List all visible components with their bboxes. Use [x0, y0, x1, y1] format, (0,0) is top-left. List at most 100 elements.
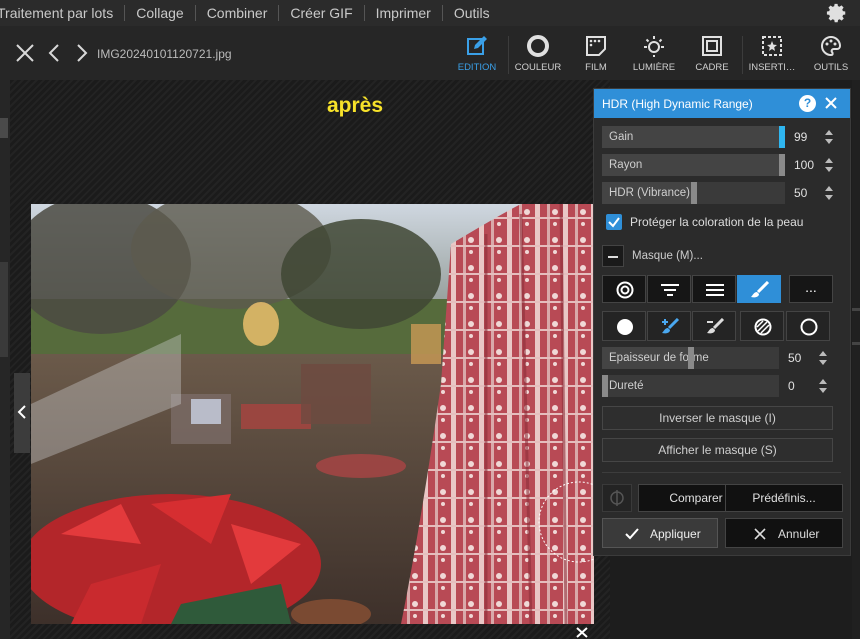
slider-track[interactable]: Gain: [602, 126, 785, 148]
tool-lumiere[interactable]: LUMIÈRE: [628, 34, 680, 76]
close-icon: [754, 528, 766, 540]
spin-value[interactable]: 0: [788, 379, 795, 393]
brush-fill-button[interactable]: [602, 311, 646, 341]
chevron-left-icon[interactable]: [44, 42, 66, 64]
tool-couleur[interactable]: COULEUR: [512, 34, 564, 76]
slider-track[interactable]: Rayon: [602, 154, 785, 176]
skin-protection-checkbox[interactable]: [606, 214, 622, 230]
close-icon[interactable]: [824, 96, 838, 110]
brush-mask-icon: [751, 281, 770, 298]
spin-up-icon[interactable]: [825, 130, 833, 135]
tool-cadre[interactable]: CADRE: [686, 34, 738, 76]
chevron-left-icon: [17, 405, 26, 419]
view-label: après: [326, 94, 384, 117]
spin-value[interactable]: 50: [788, 351, 801, 365]
menu-tools[interactable]: Outils: [443, 0, 501, 26]
spin-up-icon[interactable]: [825, 158, 833, 163]
file-name: IMG20240101120721.jpg: [97, 47, 232, 61]
show-mask-button[interactable]: Afficher le masque (S): [602, 438, 833, 462]
panel-title: HDR (High Dynamic Range): [602, 97, 753, 111]
photo-editor-window: Traitement par lots Collage Combiner Cré…: [0, 0, 860, 639]
outline-mask-button[interactable]: [786, 311, 830, 341]
filmstrip-thumb[interactable]: [0, 262, 8, 357]
menu-print[interactable]: Imprimer: [365, 0, 442, 26]
hatch-mask-button[interactable]: [740, 311, 784, 341]
slider-thumb[interactable]: [779, 126, 785, 148]
edge-marker: [852, 342, 860, 345]
slider-track[interactable]: Dureté: [602, 375, 779, 397]
circle-outline-icon: [800, 318, 818, 336]
tool-insertion[interactable]: INSERTI…: [746, 34, 798, 76]
toolbar-separator: [508, 36, 509, 74]
presets-button[interactable]: Prédéfinis...: [725, 484, 843, 512]
spin-up-icon[interactable]: [819, 379, 827, 384]
hatch-circle-icon: [754, 318, 772, 336]
menu-combine[interactable]: Combiner: [196, 0, 279, 26]
slider-thumb[interactable]: [602, 375, 608, 397]
thickness-spinbox[interactable]: 50: [785, 347, 830, 369]
spin-value[interactable]: 100: [794, 158, 814, 172]
spin-down-icon[interactable]: [825, 139, 833, 144]
hdr-panel: HDR (High Dynamic Range) ? Gain 99 Rayon: [593, 88, 851, 556]
menu-create-gif[interactable]: Créer GIF: [279, 0, 363, 26]
mask-label[interactable]: Masque (M)...: [632, 250, 703, 262]
radial-mask-icon: [616, 281, 634, 299]
filmstrip-thumb[interactable]: [0, 118, 8, 138]
tab-gradient-mask[interactable]: [647, 275, 691, 303]
menu-collage[interactable]: Collage: [125, 0, 194, 26]
tab-radial-mask[interactable]: [602, 275, 646, 303]
tab-brush-mask[interactable]: [737, 275, 781, 303]
tool-outils[interactable]: OUTILS: [805, 34, 857, 76]
previous-image-button[interactable]: [14, 373, 30, 453]
slider-thumb[interactable]: [691, 182, 697, 204]
cancel-button[interactable]: Annuler: [725, 518, 843, 548]
more-mask-options-button[interactable]: ...: [789, 275, 833, 303]
spin-down-icon[interactable]: [819, 388, 827, 393]
brush-erase-button[interactable]: [692, 311, 736, 341]
spin-up-icon[interactable]: [819, 351, 827, 356]
toolbar-separator: [742, 36, 743, 74]
close-icon[interactable]: [14, 42, 36, 64]
menu-batch[interactable]: Traitement par lots: [0, 0, 124, 26]
tab-lines-mask[interactable]: [692, 275, 736, 303]
tool-label: CADRE: [695, 62, 729, 73]
apply-button[interactable]: Appliquer: [602, 518, 718, 548]
tool-label: INSERTI…: [748, 62, 796, 73]
tool-edition[interactable]: EDITION: [451, 34, 503, 76]
slider-thumb[interactable]: [688, 347, 694, 369]
slider-thumb[interactable]: [779, 154, 785, 176]
rayon-spinbox[interactable]: 100: [791, 154, 836, 176]
gradient-mask-icon: [661, 284, 679, 296]
help-icon[interactable]: ?: [799, 95, 816, 112]
edited-photo[interactable]: [31, 204, 594, 624]
slider-track[interactable]: Epaisseur de forme: [602, 347, 779, 369]
panel-divider: [602, 472, 841, 473]
edge-marker: [852, 308, 860, 311]
slider-track[interactable]: HDR (Vibrance): [602, 182, 785, 204]
circle-fill-icon: [617, 319, 633, 335]
spin-down-icon[interactable]: [825, 167, 833, 172]
close-icon[interactable]: [575, 626, 589, 639]
spin-down-icon[interactable]: [819, 360, 827, 365]
editor-toolbar: IMG20240101120721.jpg EDITION COULEUR FI…: [0, 26, 860, 80]
tool-film[interactable]: FILM: [570, 34, 622, 76]
brush-add-button[interactable]: [647, 311, 691, 341]
gain-spinbox[interactable]: 99: [791, 126, 836, 148]
vibrance-spinbox[interactable]: 50: [791, 182, 836, 204]
chevron-right-icon[interactable]: [70, 42, 92, 64]
panel-header: HDR (High Dynamic Range) ?: [594, 89, 850, 118]
split-view-button[interactable]: [602, 484, 632, 512]
spin-value[interactable]: 99: [794, 130, 807, 144]
spin-down-icon[interactable]: [825, 195, 833, 200]
spin-up-icon[interactable]: [825, 186, 833, 191]
brush-add-icon: [662, 318, 680, 334]
spin-value[interactable]: 50: [794, 186, 807, 200]
invert-mask-button[interactable]: Inverser le masque (I): [602, 406, 833, 430]
checkmark-icon: [608, 217, 620, 228]
hardness-spinbox[interactable]: 0: [785, 375, 830, 397]
slider-label: Gain: [609, 131, 634, 143]
slider-label: Dureté: [609, 380, 644, 392]
gear-icon[interactable]: [826, 2, 848, 24]
film-icon: [586, 36, 606, 56]
mask-collapse-button[interactable]: [602, 245, 624, 267]
